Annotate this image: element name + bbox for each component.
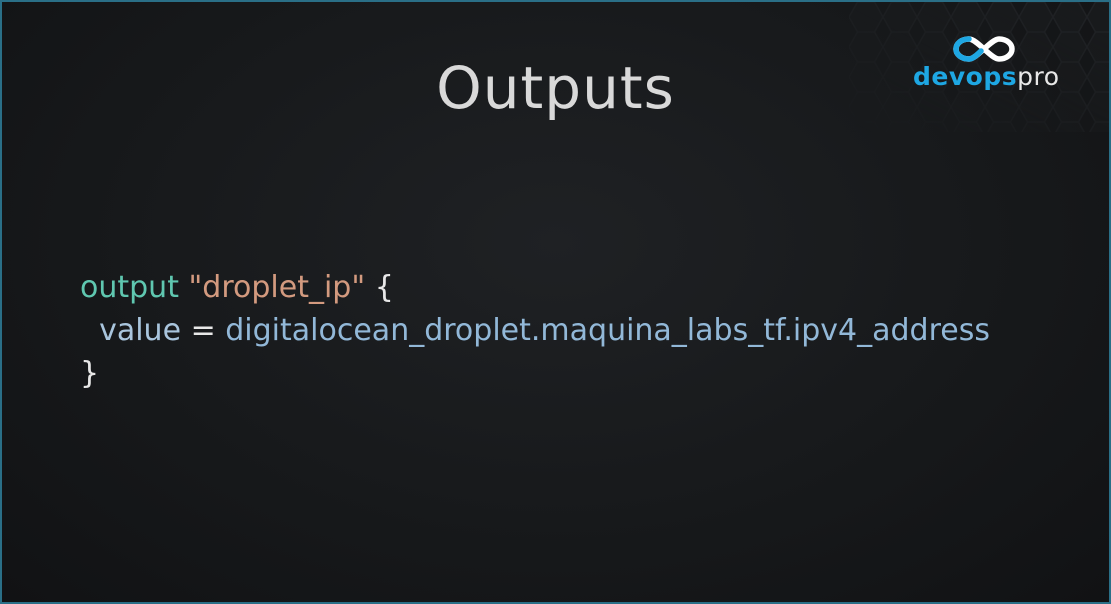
code-brace-open: { xyxy=(374,270,394,305)
logo-text-devops: devops xyxy=(913,62,1018,91)
slide: Outputs devopspro output "droplet_ip" { … xyxy=(0,0,1111,604)
code-line-1: output "droplet_ip" { xyxy=(80,266,990,309)
code-string-name: "droplet_ip" xyxy=(188,270,366,305)
code-attribute-value: value xyxy=(99,313,182,348)
code-brace-close: } xyxy=(80,356,100,391)
logo-text-pro: pro xyxy=(1017,62,1060,91)
code-line-3: } xyxy=(80,352,990,395)
logo-wordmark: devopspro xyxy=(913,62,1063,91)
code-line-2: value = digitalocean_droplet.maquina_lab… xyxy=(80,309,990,352)
code-block: output "droplet_ip" { value = digitaloce… xyxy=(80,266,990,395)
code-operator-equals: = xyxy=(190,313,216,348)
code-keyword-output: output xyxy=(80,270,179,305)
devopspro-logo: devopspro xyxy=(913,32,1063,104)
infinity-loop-icon xyxy=(953,36,1015,62)
code-reference: digitalocean_droplet.maquina_labs_tf.ipv… xyxy=(225,313,990,348)
